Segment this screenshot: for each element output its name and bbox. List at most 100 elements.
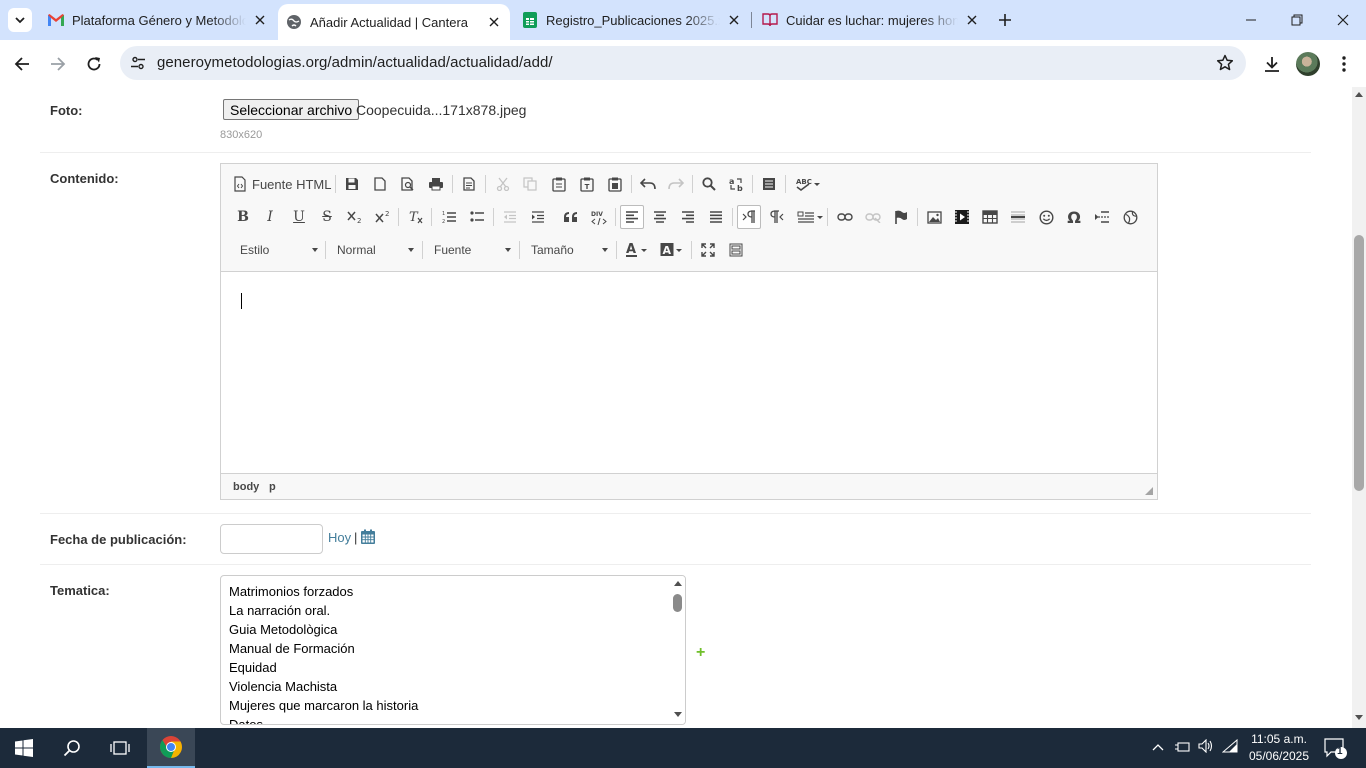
- select-option[interactable]: Mujeres que marcaron la historia: [229, 698, 418, 713]
- page-scroll-thumb[interactable]: [1354, 235, 1364, 491]
- scroll-down-icon[interactable]: [1355, 715, 1363, 721]
- size-dropdown[interactable]: Tamaño: [531, 239, 608, 261]
- select-option[interactable]: Datos: [229, 717, 263, 724]
- indent-icon[interactable]: [526, 205, 550, 229]
- print-icon[interactable]: [424, 172, 448, 196]
- resize-handle-icon[interactable]: [1145, 487, 1153, 495]
- reload-button[interactable]: [80, 50, 108, 78]
- new-tab-button[interactable]: [994, 9, 1016, 31]
- address-bar[interactable]: generoymetodologias.org/admin/actualidad…: [120, 46, 1246, 80]
- horizontal-rule-icon[interactable]: [1006, 205, 1030, 229]
- video-icon[interactable]: [950, 205, 974, 229]
- iframe-globe-icon[interactable]: [1118, 205, 1142, 229]
- cut-icon[interactable]: [491, 172, 515, 196]
- forward-button[interactable]: [44, 50, 72, 78]
- superscript-icon[interactable]: 2: [371, 205, 395, 229]
- scroll-up-icon[interactable]: [1355, 91, 1363, 97]
- editor-content-area[interactable]: [221, 272, 1157, 473]
- remove-format-icon[interactable]: T: [404, 205, 428, 229]
- bulleted-list-icon[interactable]: [465, 205, 489, 229]
- close-icon[interactable]: [486, 14, 502, 30]
- spellcheck-icon[interactable]: ABC: [793, 172, 823, 196]
- text-color-icon[interactable]: A: [623, 238, 651, 262]
- notification-center-icon[interactable]: [1324, 738, 1348, 763]
- smiley-icon[interactable]: [1034, 205, 1058, 229]
- add-tematica-button[interactable]: +: [696, 644, 705, 662]
- close-icon[interactable]: [964, 12, 980, 28]
- power-plug-icon[interactable]: [1174, 739, 1190, 756]
- find-icon[interactable]: [697, 172, 721, 196]
- redo-icon[interactable]: [664, 172, 688, 196]
- restore-button[interactable]: [1274, 0, 1320, 40]
- link-icon[interactable]: [833, 205, 857, 229]
- path-body[interactable]: body: [233, 481, 259, 493]
- numbered-list-icon[interactable]: 12: [437, 205, 461, 229]
- path-p[interactable]: p: [269, 481, 276, 493]
- scroll-down-icon[interactable]: [674, 712, 682, 718]
- preview-icon[interactable]: [396, 172, 420, 196]
- url-text[interactable]: generoymetodologias.org/admin/actualidad…: [157, 54, 553, 71]
- align-center-icon[interactable]: [648, 205, 672, 229]
- task-view-button[interactable]: [96, 728, 144, 768]
- special-char-omega-icon[interactable]: Ω: [1062, 205, 1086, 229]
- paste-icon[interactable]: [547, 172, 571, 196]
- volume-icon[interactable]: [1198, 738, 1214, 756]
- anchor-flag-icon[interactable]: [889, 205, 913, 229]
- language-icon[interactable]: [795, 205, 825, 229]
- div-container-icon[interactable]: DIV: [587, 205, 611, 229]
- select-option[interactable]: La narración oral.: [229, 603, 330, 618]
- select-option[interactable]: Guia Metodològica: [229, 622, 337, 637]
- tab-sheets[interactable]: Registro_Publicaciones 2025.xlsx: [514, 0, 750, 40]
- format-dropdown[interactable]: Normal: [337, 239, 414, 261]
- select-option[interactable]: Manual de Formación: [229, 641, 355, 656]
- menu-button[interactable]: [1332, 52, 1356, 76]
- select-scrollbar[interactable]: [671, 576, 685, 724]
- system-clock[interactable]: 11:05 a.m. 05/06/2025: [1244, 731, 1314, 765]
- date-input[interactable]: [220, 524, 323, 554]
- close-window-button[interactable]: [1320, 0, 1366, 40]
- tab-book[interactable]: Cuidar es luchar: mujeres hondureñas: [754, 0, 988, 40]
- undo-icon[interactable]: [636, 172, 660, 196]
- paste-word-icon[interactable]: [603, 172, 627, 196]
- select-scroll-thumb[interactable]: [673, 594, 682, 612]
- justify-icon[interactable]: [704, 205, 728, 229]
- bookmark-star-icon[interactable]: [1216, 54, 1234, 75]
- search-button[interactable]: [48, 728, 96, 768]
- close-icon[interactable]: [252, 12, 268, 28]
- select-option[interactable]: Equidad: [229, 660, 277, 675]
- tab-search-button[interactable]: [8, 8, 32, 32]
- align-left-icon[interactable]: [620, 205, 644, 229]
- page-scrollbar[interactable]: [1352, 87, 1366, 728]
- paste-text-icon[interactable]: T: [575, 172, 599, 196]
- calendar-icon[interactable]: [360, 529, 376, 548]
- bold-icon[interactable]: B: [231, 205, 255, 229]
- style-dropdown[interactable]: Estilo: [240, 239, 318, 261]
- blockquote-icon[interactable]: [559, 205, 583, 229]
- tab-gmail[interactable]: Plataforma Género y Metodologías: [40, 0, 276, 40]
- italic-icon[interactable]: I: [258, 205, 282, 229]
- save-icon[interactable]: [340, 172, 364, 196]
- select-all-icon[interactable]: [757, 172, 781, 196]
- choose-file-button[interactable]: Seleccionar archivo: [223, 99, 360, 120]
- back-button[interactable]: [8, 50, 36, 78]
- copy-icon[interactable]: [518, 172, 542, 196]
- tab-active[interactable]: Añadir Actualidad | Cantera: [278, 4, 510, 40]
- align-right-icon[interactable]: [676, 205, 700, 229]
- wifi-icon[interactable]: [1221, 738, 1238, 756]
- table-icon[interactable]: [978, 205, 1002, 229]
- select-option[interactable]: Matrimonios forzados: [229, 584, 353, 599]
- underline-icon[interactable]: U: [287, 205, 311, 229]
- source-button[interactable]: Fuente HTML: [233, 173, 331, 195]
- select-option[interactable]: Violencia Machista: [229, 679, 337, 694]
- templates-icon[interactable]: [457, 172, 481, 196]
- chrome-taskbar-button[interactable]: [147, 728, 195, 768]
- minimize-button[interactable]: [1228, 0, 1274, 40]
- replace-icon[interactable]: ab: [724, 172, 748, 196]
- site-info-icon[interactable]: [128, 53, 148, 73]
- background-color-icon[interactable]: A: [658, 238, 686, 262]
- new-page-icon[interactable]: [368, 172, 392, 196]
- tematica-multiselect[interactable]: Matrimonios forzados La narración oral. …: [220, 575, 686, 725]
- font-dropdown[interactable]: Fuente: [434, 239, 511, 261]
- outdent-icon[interactable]: [498, 205, 522, 229]
- downloads-button[interactable]: [1260, 52, 1284, 76]
